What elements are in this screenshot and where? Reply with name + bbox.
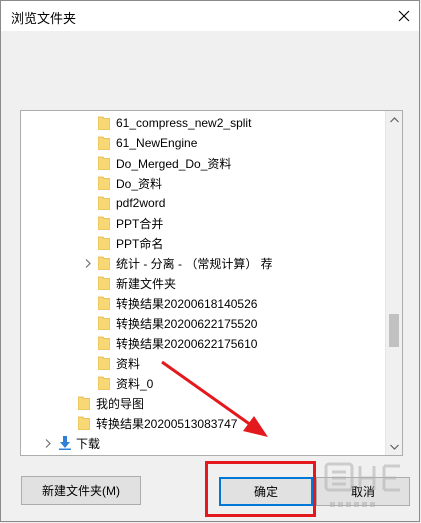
new-folder-button[interactable]: 新建文件夹(M) [21,476,141,505]
tree-item-label: 下载 [76,436,101,451]
watermark-logo [324,462,400,507]
tree-item-label: 转换结果20200618140526 [116,296,258,311]
tree-item-label: 转换结果20200513083747 [96,416,238,431]
tree-item-label: Do_资料 [116,176,163,191]
tree-item[interactable]: 61_NewEngine [82,133,197,153]
tree-item[interactable]: 61_compress_new2_split [82,113,251,133]
chevron-right-icon[interactable] [82,253,94,273]
tree-item[interactable]: 转换结果20200622175610 [82,333,257,353]
tree-item[interactable]: Do_资料 [82,173,162,193]
folder-icon [97,376,111,391]
tree-item[interactable]: 我的导图 [62,393,144,413]
browse-folder-dialog: 浏览文件夹 61_compress_new2_split 61_NewEngine… [0,0,420,522]
folder-icon [97,256,111,271]
scroll-up-button[interactable] [386,111,402,128]
scroll-thumb[interactable] [389,314,399,347]
tree-item[interactable]: 下载 [42,433,100,453]
close-button[interactable] [389,1,419,31]
folder-icon [97,116,111,131]
tree-item-label: 61_NewEngine [116,136,198,150]
tree-item-label: PPT合并 [116,216,164,231]
chevron-right-icon[interactable] [42,433,54,453]
folder-icon [97,336,111,351]
tree-item-label: 转换结果20200622175610 [116,336,258,351]
folder-icon [97,236,111,251]
tree-item-label: 转换结果20200622175520 [116,316,258,331]
download-icon [58,436,71,450]
tree-item-label: 我的导图 [96,396,145,411]
folder-tree[interactable]: 61_compress_new2_split 61_NewEngine Do_Mer… [20,110,403,456]
folder-icon [97,216,111,231]
vertical-scrollbar[interactable] [385,111,402,455]
folder-icon [97,196,111,211]
chevron-down-icon [389,444,399,450]
chevron-up-icon [389,116,399,122]
tree-item[interactable]: 转换结果20200513083747 [62,413,237,433]
tree-item[interactable]: PPT合并 [82,213,163,233]
dialog-title: 浏览文件夹 [11,11,77,26]
tree-item-label: 统计 - 分离 - （常规计算） 荐 [116,256,273,271]
folder-icon [97,156,111,171]
tree-item[interactable]: 资料 [82,353,140,373]
tree-item[interactable]: 新建文件夹 [82,273,176,293]
tree-item-label: 61_compress_new2_split [116,116,252,130]
tree-item[interactable]: 资料_0 [82,373,153,393]
tree-item-label: PPT命名 [116,236,164,251]
folder-icon [77,416,91,431]
title-bar: 浏览文件夹 [1,1,419,31]
tree-item-label: 资料 [116,356,141,371]
folder-icon [97,136,111,151]
tree-item-label: 新建文件夹 [116,276,177,291]
tree-item-label: Do_Merged_Do_资料 [116,156,232,171]
folder-icon [97,356,111,371]
tree-item[interactable]: 转换结果20200618140526 [82,293,257,313]
tree-item-label: 资料_0 [116,376,154,391]
folder-icon [97,176,111,191]
tree-item[interactable]: 转换结果20200622175520 [82,313,257,333]
tree-item-label: pdf2word [116,196,166,210]
scroll-down-button[interactable] [386,438,402,455]
tree-item[interactable]: PPT命名 [82,233,163,253]
folder-icon [97,296,111,311]
folder-icon [97,276,111,291]
ok-button-highlight [205,461,316,517]
tree-item[interactable]: pdf2word [82,193,165,213]
tree-item[interactable]: 统计 - 分离 - （常规计算） 荐 [82,253,273,273]
close-icon [398,10,410,22]
folder-icon [77,396,91,411]
tree-item[interactable]: Do_Merged_Do_资料 [82,153,231,173]
folder-icon [97,316,111,331]
